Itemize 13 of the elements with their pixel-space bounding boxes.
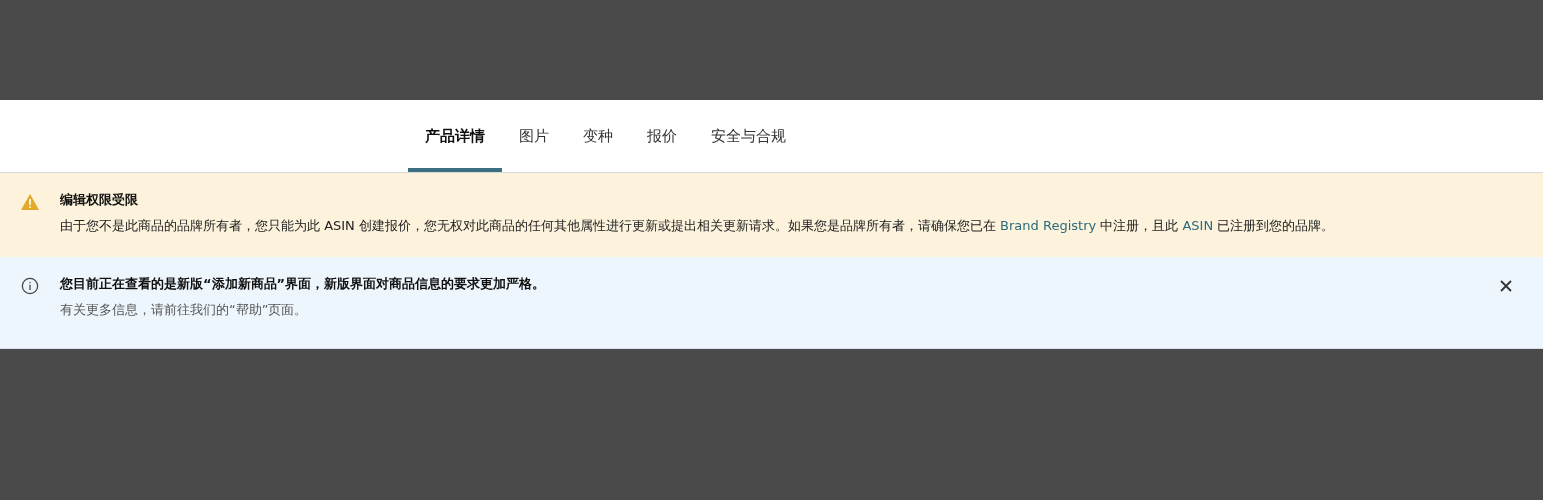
alert-message: 有关更多信息，请前往我们的“帮助”页面。 bbox=[60, 301, 309, 319]
info-icon bbox=[20, 277, 40, 295]
tab[interactable]: 图片 bbox=[502, 100, 566, 172]
close-icon[interactable] bbox=[1499, 279, 1513, 293]
tab[interactable]: 报价 bbox=[630, 100, 694, 172]
tab[interactable]: 安全与合规 bbox=[694, 100, 803, 172]
link[interactable]: ASIN bbox=[1182, 218, 1214, 233]
link[interactable]: Brand Registry bbox=[1000, 218, 1097, 233]
alert-title: 编辑权限受限 bbox=[60, 191, 139, 209]
alert-title: 您目前正在查看的是新版“添加新商品”界面，新版界面对商品信息的要求更加严格。 bbox=[60, 275, 547, 293]
alert-message: 由于您不是此商品的品牌所有者，您只能为此 ASIN 创建报价，您无权对此商品的任何其他属性进行更新或提出相关更新请求。如果您是品牌所有者，请确保您已在 Brand Registry 中注册，且此 ASIN 已注册到您的品牌。 bbox=[60, 217, 1336, 235]
warning-icon bbox=[20, 193, 40, 211]
tab[interactable]: 变种 bbox=[566, 100, 630, 172]
